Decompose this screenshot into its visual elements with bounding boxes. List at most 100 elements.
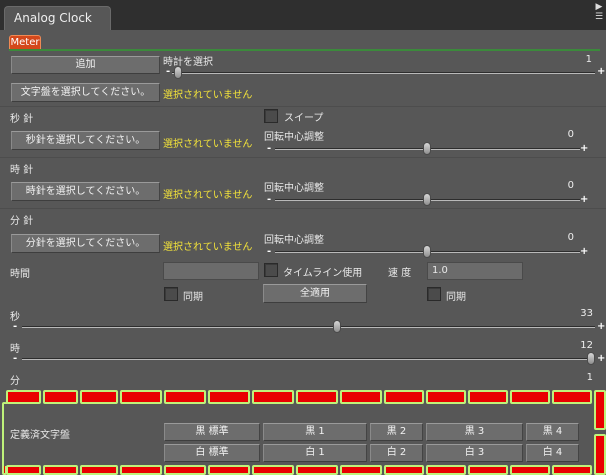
highlight-block: [468, 390, 508, 404]
clock-count-value: 1: [585, 54, 592, 65]
preset-black-4[interactable]: 黒 4: [526, 423, 579, 441]
preset-white-3[interactable]: 白 3: [426, 444, 523, 462]
second-hand-title: 秒 針: [10, 114, 34, 125]
timeline-label: タイムライン使用: [283, 268, 363, 279]
highlight-block: [43, 465, 78, 475]
sweep-checkbox[interactable]: [264, 109, 278, 123]
slider-handle[interactable]: [332, 320, 341, 333]
minute-hand-status: 選択されていません: [163, 242, 253, 253]
highlight-block: [6, 390, 41, 404]
slider-handle[interactable]: [423, 245, 431, 258]
minus-icon[interactable]: -: [267, 247, 271, 257]
highlight-block: [43, 390, 78, 404]
highlight-block: [252, 390, 294, 404]
time-input[interactable]: [163, 262, 259, 280]
clock-select-slider[interactable]: [172, 72, 595, 74]
hours-value: 12: [580, 340, 593, 351]
presets-label: 定義済文字盤: [10, 430, 70, 441]
plus-icon[interactable]: +: [580, 247, 588, 257]
sync-label: 同期: [183, 292, 203, 303]
highlight-block: [552, 465, 592, 475]
minute-center-value: 0: [567, 232, 574, 243]
slider-handle[interactable]: [174, 66, 182, 79]
minus-icon[interactable]: -: [13, 354, 17, 364]
face-status: 選択されていません: [163, 90, 253, 101]
slider-handle[interactable]: [587, 352, 595, 365]
sweep-label: スイープ: [284, 113, 324, 124]
highlight-block: [252, 465, 294, 475]
highlight-block: [80, 465, 118, 475]
select-hour-hand-button[interactable]: 時針を選択してください。: [11, 182, 160, 201]
slider-handle[interactable]: [423, 193, 431, 206]
slider-handle[interactable]: [423, 142, 431, 155]
plus-icon[interactable]: +: [597, 322, 605, 332]
time-label: 時間: [10, 269, 30, 280]
highlight-block: [426, 390, 466, 404]
select-minute-hand-button[interactable]: 分針を選択してください。: [11, 234, 160, 253]
highlight-block: [468, 465, 508, 475]
hours-slider[interactable]: [22, 358, 595, 360]
highlight-block: [552, 390, 592, 404]
hour-center-value: 0: [567, 180, 574, 191]
select-clock-label: 時計を選択: [163, 57, 213, 68]
hour-hand-title: 時 針: [10, 165, 34, 176]
second-center-value: 0: [567, 129, 574, 140]
highlight-block: [340, 390, 382, 404]
highlight-block: [6, 465, 41, 475]
preset-white-1[interactable]: 白 1: [263, 444, 367, 462]
hour-center-label: 回転中心調整: [264, 183, 324, 194]
select-second-hand-button[interactable]: 秒針を選択してください。: [11, 131, 160, 150]
highlight-block: [208, 390, 250, 404]
speed-label: 速 度: [388, 268, 412, 279]
plus-icon[interactable]: +: [580, 195, 588, 205]
highlight-block: [80, 390, 118, 404]
divider: [0, 208, 606, 209]
add-button[interactable]: 追加: [11, 56, 160, 74]
divider: [0, 157, 606, 158]
second-hand-status: 選択されていません: [163, 139, 253, 150]
preset-black-standard[interactable]: 黒 標準: [164, 423, 260, 441]
highlight-block: [296, 465, 338, 475]
timeline-checkbox[interactable]: [264, 263, 278, 277]
highlight-block: [296, 390, 338, 404]
sync-checkbox[interactable]: [164, 287, 178, 301]
highlight-block: [384, 465, 424, 475]
highlight-block: [594, 434, 606, 475]
minute-center-label: 回転中心調整: [264, 235, 324, 246]
window-tab[interactable]: Analog Clock: [4, 6, 111, 30]
highlight-block: [384, 390, 424, 404]
preset-white-4[interactable]: 白 4: [526, 444, 579, 462]
highlight-block: [120, 390, 162, 404]
divider: [0, 106, 606, 107]
second-center-label: 回転中心調整: [264, 132, 324, 143]
speed-input[interactable]: 1.0: [427, 262, 523, 280]
plus-icon[interactable]: +: [597, 354, 605, 364]
preset-white-standard[interactable]: 白 標準: [164, 444, 260, 462]
seconds-value: 33: [580, 308, 593, 319]
highlight-block: [164, 390, 206, 404]
preset-black-2[interactable]: 黒 2: [370, 423, 423, 441]
minus-icon[interactable]: -: [166, 67, 170, 77]
preset-white-2[interactable]: 白 2: [370, 444, 423, 462]
minus-icon[interactable]: -: [13, 322, 17, 332]
seconds-slider[interactable]: [22, 326, 595, 328]
minus-icon[interactable]: -: [267, 195, 271, 205]
hour-hand-status: 選択されていません: [163, 190, 253, 201]
sync2-checkbox[interactable]: [427, 287, 441, 301]
sync2-label: 同期: [446, 292, 466, 303]
highlight-block: [510, 390, 550, 404]
highlight-block: [510, 465, 550, 475]
minus-icon[interactable]: -: [267, 144, 271, 154]
preset-black-1[interactable]: 黒 1: [263, 423, 367, 441]
highlight-block: [594, 390, 606, 430]
minute-hand-title: 分 針: [10, 216, 34, 227]
select-face-button[interactable]: 文字盤を選択してください。: [11, 83, 160, 102]
apply-all-button[interactable]: 全適用: [263, 284, 367, 303]
highlight-block: [426, 465, 466, 475]
highlight-block: [208, 465, 250, 475]
plus-icon[interactable]: +: [597, 67, 605, 77]
highlight-block: [120, 465, 162, 475]
panel-menu-icon[interactable]: ▶ ☰: [594, 2, 604, 22]
preset-black-3[interactable]: 黒 3: [426, 423, 523, 441]
plus-icon[interactable]: +: [580, 144, 588, 154]
